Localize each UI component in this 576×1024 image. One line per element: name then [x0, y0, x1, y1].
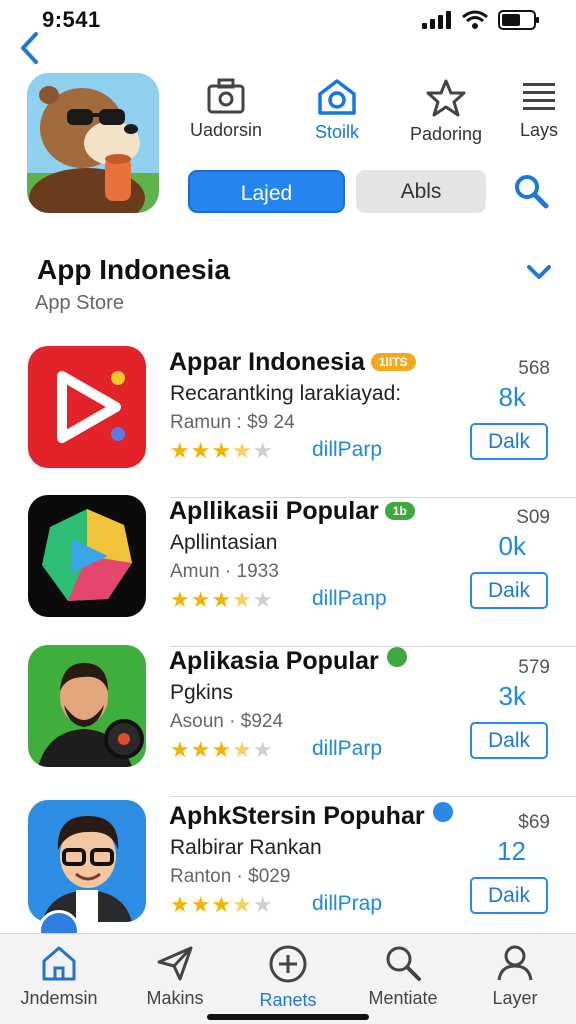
wifi-icon	[462, 10, 488, 29]
app-name-text: Apllikasii Popular	[169, 497, 379, 525]
get-button[interactable]: Dalk	[470, 423, 548, 460]
app-name: Apllikasii Popular 1b	[169, 497, 415, 526]
bottom-tab-bar: Jndemsin Makins Ranets Mentiate Layer	[0, 933, 576, 1024]
battery-icon	[498, 10, 539, 30]
app-description: Recarantking larakiayad:	[170, 382, 402, 405]
segment-lajed-button[interactable]: Lajed	[188, 170, 345, 213]
chevron-down-icon	[527, 265, 551, 279]
status-icons	[422, 10, 540, 30]
app-name-text: AphkStersin Popuhar	[169, 802, 425, 830]
app-count: 8k	[498, 382, 526, 412]
chevron-left-icon	[21, 32, 38, 64]
bottom-tab-mentiate[interactable]: Mentiate	[348, 944, 458, 1009]
app-description: Apllintasian	[170, 531, 278, 554]
verified-badge-icon	[432, 802, 453, 822]
top-tab-lays[interactable]: Lays	[484, 78, 576, 148]
app-description: Ralbirar Rankan	[170, 836, 322, 859]
app-link[interactable]: dillPanp	[312, 587, 387, 611]
app-icon	[28, 645, 146, 767]
list-icon	[523, 83, 555, 110]
app-price: S09	[516, 507, 550, 528]
app-icon	[28, 495, 146, 617]
play-icon	[28, 346, 146, 468]
star-rating: ★★★★★	[170, 892, 274, 917]
app-meta: Ranton · $029	[170, 866, 291, 887]
search-icon	[515, 175, 549, 209]
bottom-tab-label: Ranets	[259, 990, 317, 1010]
section-title: App Indonesia	[37, 254, 230, 285]
back-button[interactable]	[16, 30, 44, 66]
app-name-text: Aplikasia Popular	[169, 647, 379, 675]
app-price: $69	[518, 812, 550, 833]
home-indicator	[207, 1014, 369, 1020]
app-count: 0k	[498, 531, 526, 561]
top-tab-label: Uadorsin	[189, 120, 263, 140]
star-rating: ★★★★★	[170, 587, 274, 612]
divider	[170, 796, 576, 797]
get-button[interactable]: Daik	[470, 572, 548, 609]
app-count: 3k	[498, 681, 526, 711]
bottom-tab-label: Makins	[146, 988, 204, 1008]
app-list-item[interactable]: Aplikasia Popular Pgkins Asoun · $924 ★★…	[0, 645, 576, 797]
app-name: AphkStersin Popuhar	[169, 802, 453, 831]
app-link[interactable]: dillParp	[312, 438, 382, 462]
app-icon	[28, 800, 146, 922]
top-tab-label: Lays	[519, 120, 559, 140]
app-description: Pgkins	[170, 681, 234, 704]
app-count: 12	[497, 836, 526, 866]
section-subtitle: App Store	[35, 292, 124, 314]
camera-icon	[207, 78, 245, 114]
avatar-headphones-icon	[28, 645, 146, 767]
segment-abls-button[interactable]: Abls	[356, 170, 486, 213]
prism-icon	[28, 495, 146, 617]
plus-circle-icon	[269, 945, 307, 983]
bottom-tab-label: Jndemsin	[20, 988, 98, 1008]
verified-badge-icon	[386, 647, 407, 667]
app-list-item[interactable]: AphkStersin Popuhar Ralbirar Rankan Rant…	[0, 800, 576, 952]
app-meta: Ramun : $9 24	[170, 412, 295, 433]
bottom-tab-home[interactable]: Jndemsin	[4, 944, 114, 1009]
bottom-tab-label: Mentiate	[368, 988, 438, 1008]
app-link[interactable]: dillPrap	[312, 892, 382, 916]
app-list-item[interactable]: Apllikasii Popular 1b Apllintasian Amun ·…	[0, 495, 576, 647]
search-icon	[386, 946, 421, 981]
star-rating: ★★★★★	[170, 737, 274, 762]
bottom-tab-makins[interactable]: Makins	[120, 944, 230, 1009]
featured-app-icon[interactable]	[27, 73, 159, 213]
home-icon	[42, 946, 76, 981]
app-meta: Asoun · $924	[170, 711, 284, 732]
app-meta: Amun · 1933	[170, 561, 279, 582]
app-badge: 1b	[384, 502, 415, 520]
search-button[interactable]	[512, 172, 550, 210]
person-icon	[497, 945, 533, 981]
bottom-tab-layer[interactable]: Layer	[460, 944, 570, 1009]
bottom-tab-ranets[interactable]: Ranets	[233, 944, 343, 1011]
get-button[interactable]: Daik	[470, 877, 548, 914]
app-price: 568	[518, 358, 550, 379]
app-name-text: Appar Indonesia	[169, 348, 365, 376]
status-time: 9:541	[42, 7, 101, 32]
section-expand-button[interactable]	[526, 262, 552, 282]
bottom-tab-label: Layer	[492, 988, 538, 1008]
otter-mascot-icon	[27, 73, 159, 213]
app-badge: 1IITS	[370, 353, 416, 371]
top-tab-stoilk[interactable]: Stoilk	[282, 78, 392, 148]
send-icon	[157, 946, 193, 981]
status-bar: 9:541	[0, 0, 576, 40]
app-name: Aplikasia Popular	[169, 647, 407, 676]
app-name: Appar Indonesia 1IITS	[169, 348, 416, 377]
top-tab-uadorsin[interactable]: Uadorsin	[171, 78, 281, 148]
get-button[interactable]: Dalk	[470, 722, 548, 759]
app-list-item[interactable]: Appar Indonesia 1IITS Recarantking laraki…	[0, 346, 576, 498]
home-camera-icon	[318, 79, 356, 115]
signal-icon	[422, 11, 451, 29]
star-rating: ★★★★★	[170, 438, 274, 463]
star-icon	[426, 79, 466, 117]
avatar-glasses-icon	[28, 800, 146, 922]
app-price: 579	[518, 657, 550, 678]
app-link[interactable]: dillParp	[312, 737, 382, 761]
top-tab-label: Stoilk	[314, 122, 359, 142]
app-icon	[28, 346, 146, 468]
